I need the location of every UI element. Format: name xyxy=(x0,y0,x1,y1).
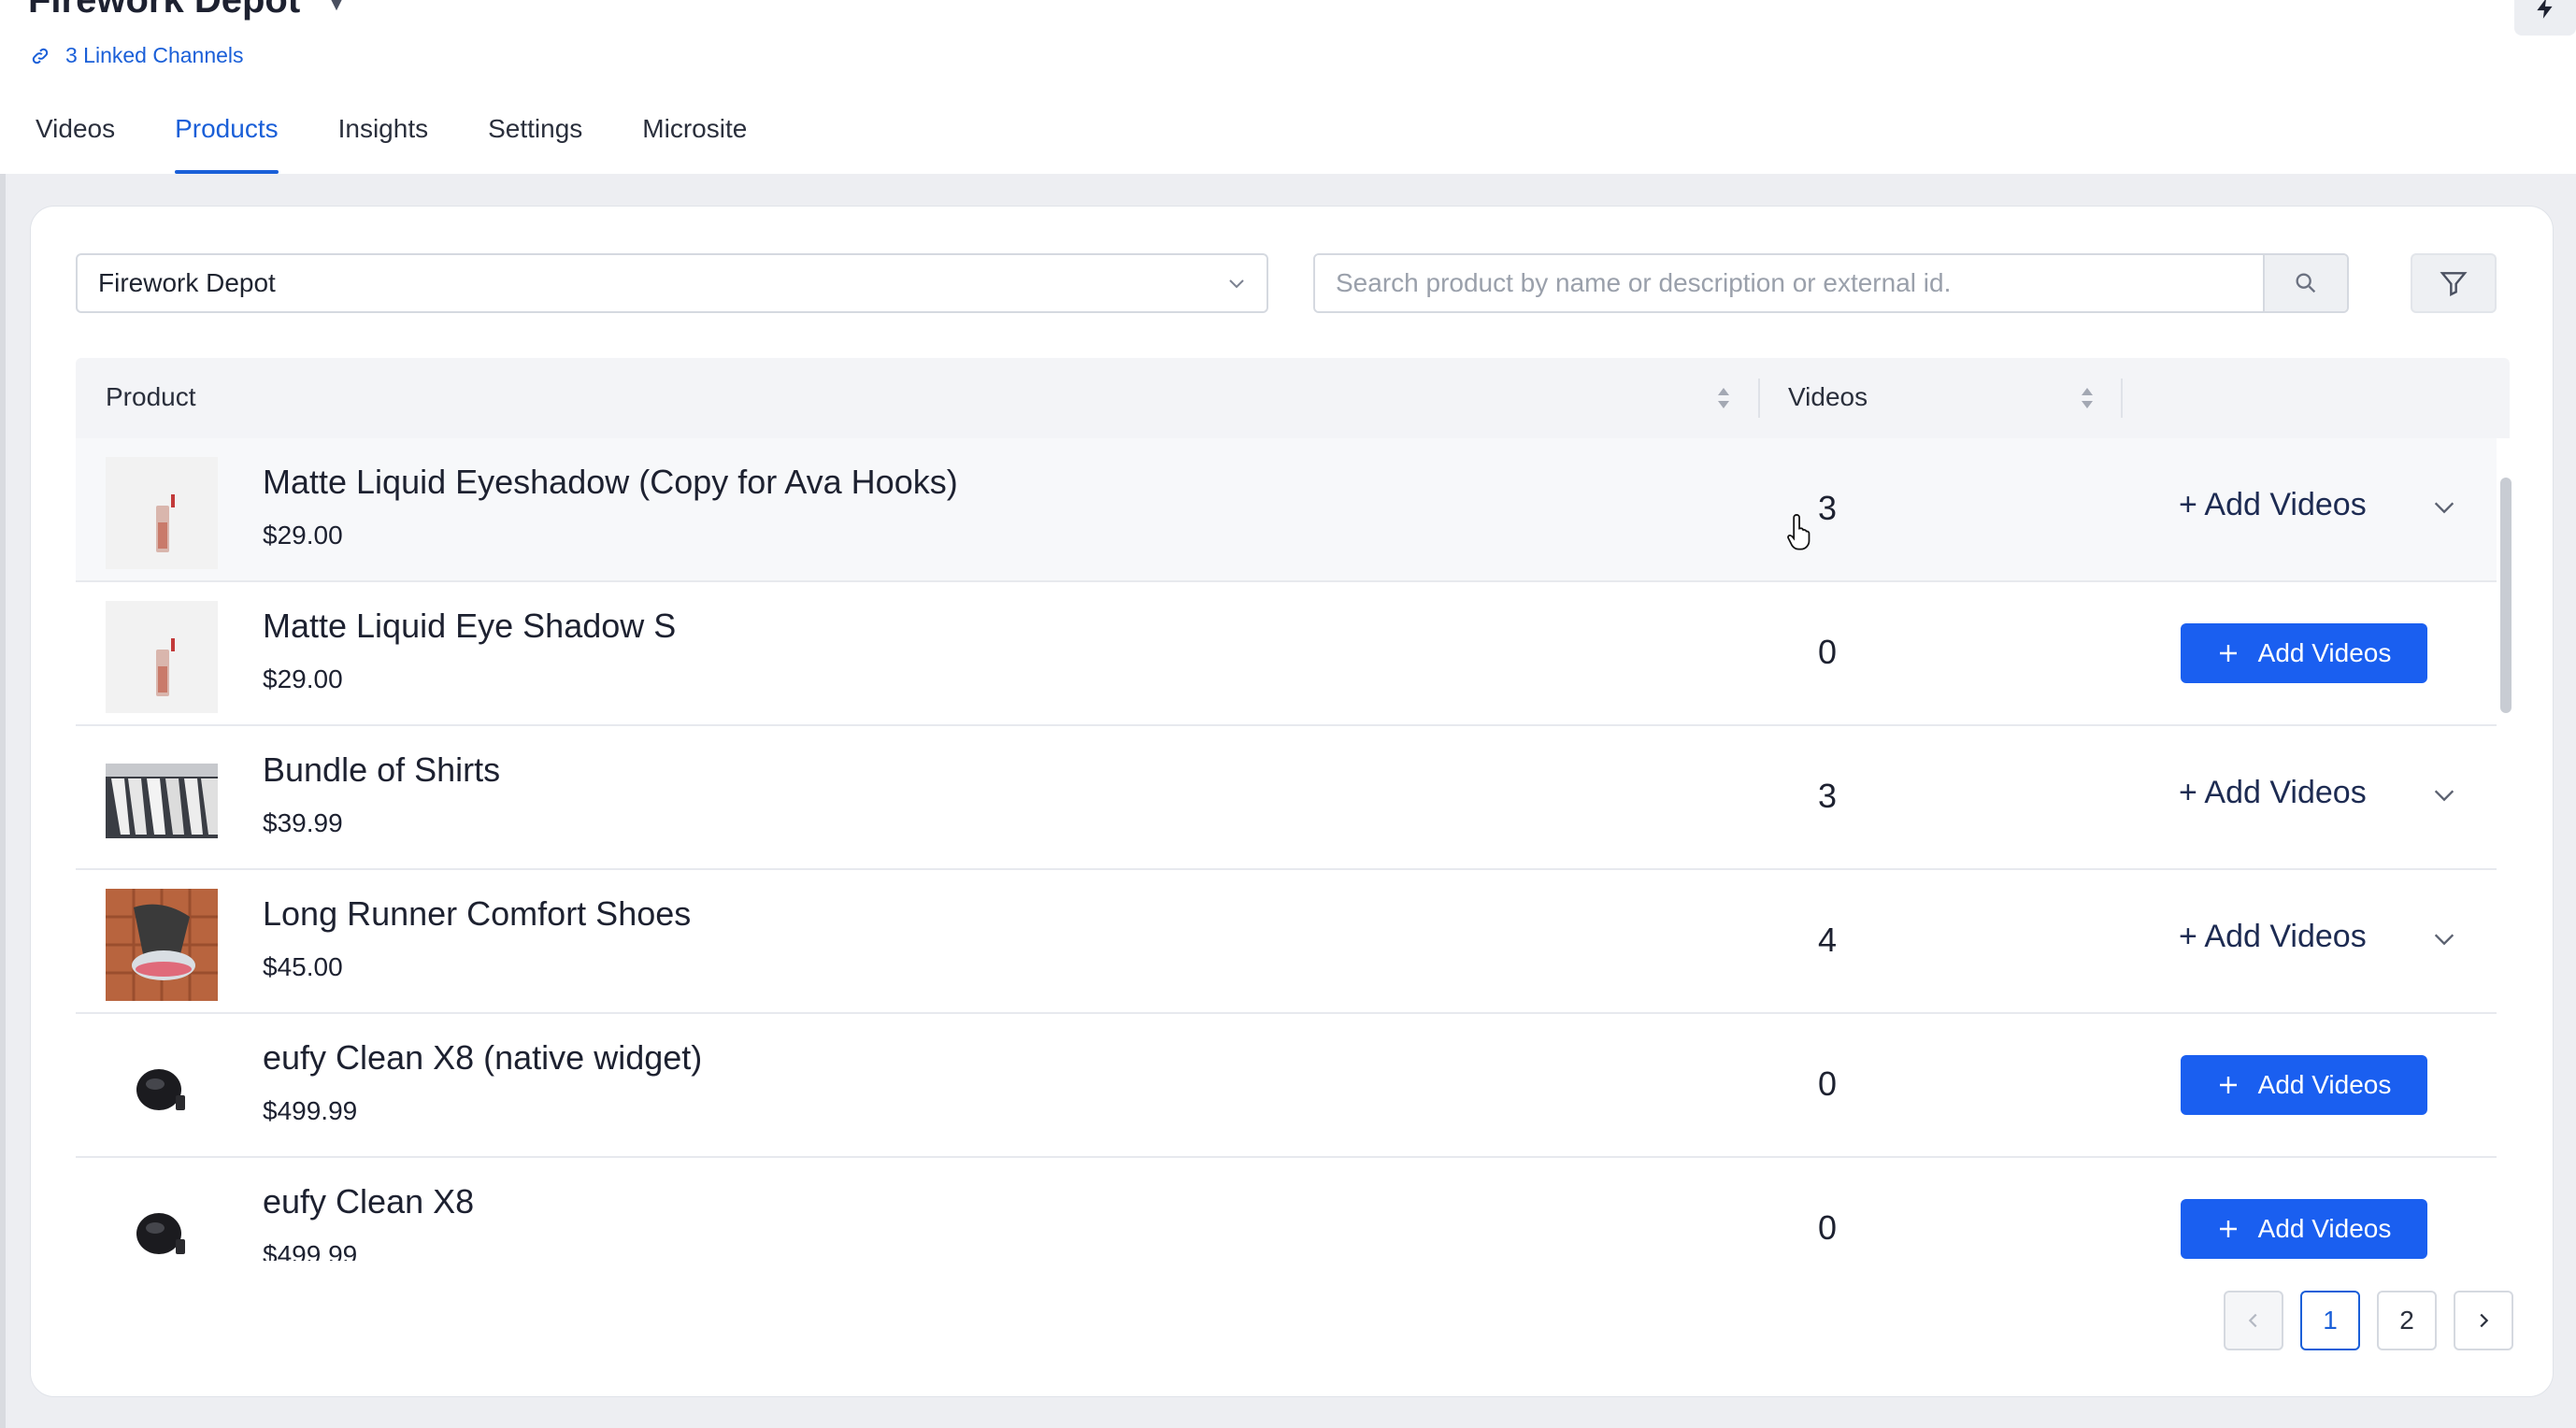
chevron-down-icon[interactable]: ▼ xyxy=(326,0,347,16)
product-price: $29.00 xyxy=(263,664,343,693)
tab-videos[interactable]: Videos xyxy=(36,114,115,174)
column-divider xyxy=(2121,378,2123,418)
column-divider xyxy=(1758,378,1760,418)
table-row[interactable]: Long Runner Comfort Shoes $45.00 4 + Add… xyxy=(76,870,2497,1014)
chevron-right-icon xyxy=(2480,1313,2489,1328)
table-row[interactable]: Matte Liquid Eyeshadow (Copy for Ava Hoo… xyxy=(76,438,2497,582)
table-header: Product Videos xyxy=(76,358,2510,438)
lip-gloss-icon xyxy=(106,601,218,713)
sort-icon[interactable] xyxy=(2080,384,2095,412)
table-row[interactable]: eufy Clean X8 $499.99 0 Add Videos xyxy=(76,1158,2497,1261)
store-title[interactable]: Firework Depot ▼ xyxy=(28,0,347,21)
shoes-photo xyxy=(106,889,218,1001)
video-count: 4 xyxy=(1818,921,1838,959)
pagination: 1 2 xyxy=(2224,1291,2513,1350)
product-price: $499.99 xyxy=(263,1096,358,1125)
column-header-product[interactable]: Product xyxy=(106,382,196,412)
product-name[interactable]: eufy Clean X8 xyxy=(263,1182,474,1221)
column-header-videos[interactable]: Videos xyxy=(1788,382,1868,412)
store-select-value: Firework Depot xyxy=(98,268,276,297)
video-count: 0 xyxy=(1818,1064,1838,1103)
products-card: Firework Depot Product Videos Matte Liqu… xyxy=(30,206,2554,1397)
link-icon xyxy=(32,48,49,64)
search-input[interactable] xyxy=(1315,255,2263,311)
chevron-down-icon xyxy=(1229,279,1244,289)
product-name[interactable]: Matte Liquid Eye Shadow S xyxy=(263,607,676,646)
store-name: Firework Depot xyxy=(28,0,301,21)
hand-cursor-icon xyxy=(1787,514,1810,550)
filter-button[interactable] xyxy=(2411,253,2497,313)
search-box xyxy=(1313,253,2349,313)
plus-icon xyxy=(2219,1077,2237,1093)
add-videos-link[interactable]: + Add Videos xyxy=(2179,487,2367,523)
robot-vacuum-icon xyxy=(106,1033,218,1145)
linked-channels-label: 3 Linked Channels xyxy=(65,43,244,67)
tab-settings[interactable]: Settings xyxy=(488,114,582,174)
add-videos-button[interactable]: Add Videos xyxy=(2181,1055,2427,1115)
prev-page-button[interactable] xyxy=(2224,1291,2283,1350)
page-button-2[interactable]: 2 xyxy=(2377,1291,2437,1350)
linked-channels-link[interactable]: 3 Linked Channels xyxy=(30,43,244,68)
tab-microsite[interactable]: Microsite xyxy=(642,114,747,174)
product-name[interactable]: Matte Liquid Eyeshadow (Copy for Ava Hoo… xyxy=(263,463,958,502)
chevron-left-icon xyxy=(2248,1313,2257,1328)
product-price: $29.00 xyxy=(263,521,343,550)
video-count: 0 xyxy=(1818,1208,1838,1247)
product-table-body: Matte Liquid Eyeshadow (Copy for Ava Hoo… xyxy=(76,438,2497,1261)
video-count: 0 xyxy=(1818,633,1838,671)
tab-products[interactable]: Products xyxy=(175,114,279,174)
chevron-down-icon[interactable] xyxy=(2431,782,2457,808)
shirts-photo xyxy=(106,745,218,857)
plus-icon xyxy=(2219,1221,2237,1237)
lip-gloss-icon xyxy=(106,457,218,569)
add-videos-link[interactable]: + Add Videos xyxy=(2179,919,2367,955)
robot-vacuum-icon xyxy=(106,1177,218,1261)
product-name[interactable]: Bundle of Shirts xyxy=(263,750,500,790)
add-videos-label: Add Videos xyxy=(2257,1070,2392,1099)
tab-bar: Videos Products Insights Settings Micros… xyxy=(36,114,807,174)
chevron-down-icon[interactable] xyxy=(2431,494,2457,521)
add-videos-button[interactable]: Add Videos xyxy=(2181,1199,2427,1259)
sort-icon[interactable] xyxy=(1716,384,1731,412)
product-name[interactable]: eufy Clean X8 (native widget) xyxy=(263,1038,702,1078)
table-row[interactable]: eufy Clean X8 (native widget) $499.99 0 … xyxy=(76,1014,2497,1158)
product-price: $39.99 xyxy=(263,808,343,837)
search-icon xyxy=(2296,273,2316,293)
next-page-button[interactable] xyxy=(2454,1291,2513,1350)
product-name[interactable]: Long Runner Comfort Shoes xyxy=(263,894,691,934)
chevron-down-icon[interactable] xyxy=(2431,926,2457,952)
table-row[interactable]: Matte Liquid Eye Shadow S $29.00 0 Add V… xyxy=(76,582,2497,726)
sidebar-edge xyxy=(0,174,6,1428)
add-videos-link[interactable]: + Add Videos xyxy=(2179,775,2367,811)
bolt-icon xyxy=(2537,0,2553,19)
product-price: $499.99 xyxy=(263,1240,358,1261)
table-row[interactable]: Bundle of Shirts $39.99 3 + Add Videos xyxy=(76,726,2497,870)
video-count: 3 xyxy=(1818,777,1838,815)
store-select[interactable]: Firework Depot xyxy=(76,253,1268,313)
video-count: 3 xyxy=(1818,489,1838,527)
product-price: $45.00 xyxy=(263,952,343,981)
plus-icon xyxy=(2219,645,2237,662)
filter-icon xyxy=(2440,272,2468,296)
add-videos-label: Add Videos xyxy=(2257,1214,2392,1243)
add-videos-label: Add Videos xyxy=(2257,638,2392,667)
table-scrollbar[interactable] xyxy=(2500,478,2512,713)
add-videos-button[interactable]: Add Videos xyxy=(2181,623,2427,683)
page-button-1[interactable]: 1 xyxy=(2300,1291,2360,1350)
quick-action-button[interactable] xyxy=(2514,0,2576,36)
page-header: Firework Depot ▼ 3 Linked Channels Video… xyxy=(0,0,2576,174)
tab-insights[interactable]: Insights xyxy=(338,114,429,174)
search-button[interactable] xyxy=(2263,255,2347,311)
